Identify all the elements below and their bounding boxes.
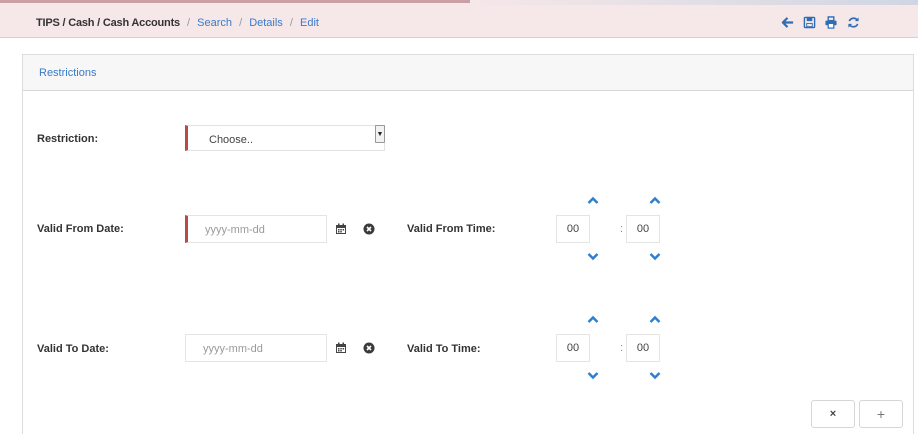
valid-from-minutes-input[interactable]: 00 [626, 215, 660, 243]
valid-from-time-label: Valid From Time: [407, 223, 496, 235]
time-separator: : [620, 223, 624, 235]
valid-to-date-input[interactable]: yyyy-mm-dd [185, 334, 327, 362]
valid-from-hours-input[interactable]: 00 [556, 215, 590, 243]
close-icon: × [829, 408, 837, 420]
save-icon[interactable] [802, 15, 816, 29]
breadcrumb-link-edit[interactable]: Edit [300, 17, 319, 29]
calendar-icon[interactable] [334, 222, 348, 236]
chevron-up-icon[interactable] [587, 315, 599, 325]
chevron-down-icon[interactable] [649, 371, 661, 381]
valid-to-time-label: Valid To Time: [407, 343, 481, 355]
restrictions-panel: Restrictions Restriction: Choose.. ▼ Val… [22, 54, 914, 434]
valid-from-date-input[interactable]: yyyy-mm-dd [185, 215, 327, 243]
valid-to-hours-input[interactable]: 00 [556, 334, 590, 362]
breadcrumb-separator: / [289, 17, 293, 29]
valid-to-minutes-input[interactable]: 00 [626, 334, 660, 362]
refresh-icon[interactable] [846, 15, 860, 29]
chevron-up-icon[interactable] [649, 315, 661, 325]
cancel-button[interactable]: × [811, 400, 855, 428]
clear-date-icon[interactable] [362, 341, 376, 355]
chevron-down-icon[interactable]: ▼ [375, 125, 385, 143]
breadcrumb-current: TIPS / Cash / Cash Accounts [36, 17, 180, 29]
breadcrumb-separator: / [239, 17, 243, 29]
add-button[interactable]: + [859, 400, 903, 428]
arrow-left-icon[interactable] [780, 15, 794, 29]
restriction-select-value: Choose.. [209, 134, 254, 146]
print-icon[interactable] [824, 15, 838, 29]
breadcrumb-separator: / [187, 17, 191, 29]
chevron-down-icon[interactable] [587, 252, 599, 262]
top-bar-accent-strip [470, 0, 918, 5]
valid-from-date-label: Valid From Date: [37, 223, 124, 235]
valid-to-date-placeholder: yyyy-mm-dd [203, 343, 263, 355]
breadcrumb-link-details[interactable]: Details [249, 17, 283, 29]
chevron-down-icon[interactable] [587, 371, 599, 381]
chevron-down-icon[interactable] [649, 252, 661, 262]
chevron-up-icon[interactable] [587, 196, 599, 206]
top-bar: TIPS / Cash / Cash Accounts / Search / D… [0, 0, 918, 38]
chevron-up-icon[interactable] [649, 196, 661, 206]
breadcrumb: TIPS / Cash / Cash Accounts / Search / D… [36, 17, 319, 29]
valid-from-date-placeholder: yyyy-mm-dd [205, 224, 265, 236]
breadcrumb-link-search[interactable]: Search [197, 17, 232, 29]
panel-header: Restrictions [23, 55, 913, 91]
clear-date-icon[interactable] [362, 222, 376, 236]
valid-to-date-label: Valid To Date: [37, 343, 109, 355]
restriction-label: Restriction: [37, 133, 99, 145]
plus-icon: + [876, 406, 886, 422]
toolbar [780, 15, 860, 29]
time-separator: : [620, 342, 624, 354]
calendar-icon[interactable] [334, 341, 348, 355]
panel-title: Restrictions [39, 67, 97, 79]
restriction-select[interactable]: Choose.. ▼ [185, 125, 385, 151]
